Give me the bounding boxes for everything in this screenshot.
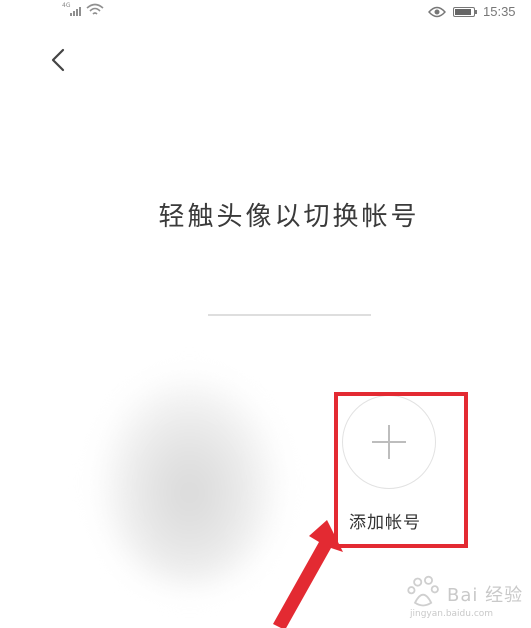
signal-icon [70,6,81,16]
wifi-icon [86,3,104,15]
status-time: 15:35 [483,4,516,19]
baidu-paw-logo-icon [407,575,439,607]
divider [208,314,371,316]
watermark-url: jingyan.baidu.com [410,609,494,619]
page-title: 轻触头像以切换帐号 [158,202,420,232]
avatar[interactable] [102,380,277,585]
add-account-circle[interactable] [342,395,436,489]
chevron-left-icon [51,48,65,72]
back-button[interactable] [44,44,74,76]
status-bar: 4G 15:35 [0,0,531,26]
add-account-label: 添加帐号 [349,513,421,533]
plus-icon [372,425,406,459]
eye-icon [428,6,446,18]
battery-icon [453,7,477,17]
add-account-button[interactable]: 添加帐号 [336,393,470,548]
watermark-text: Bai 经验 [447,585,524,606]
